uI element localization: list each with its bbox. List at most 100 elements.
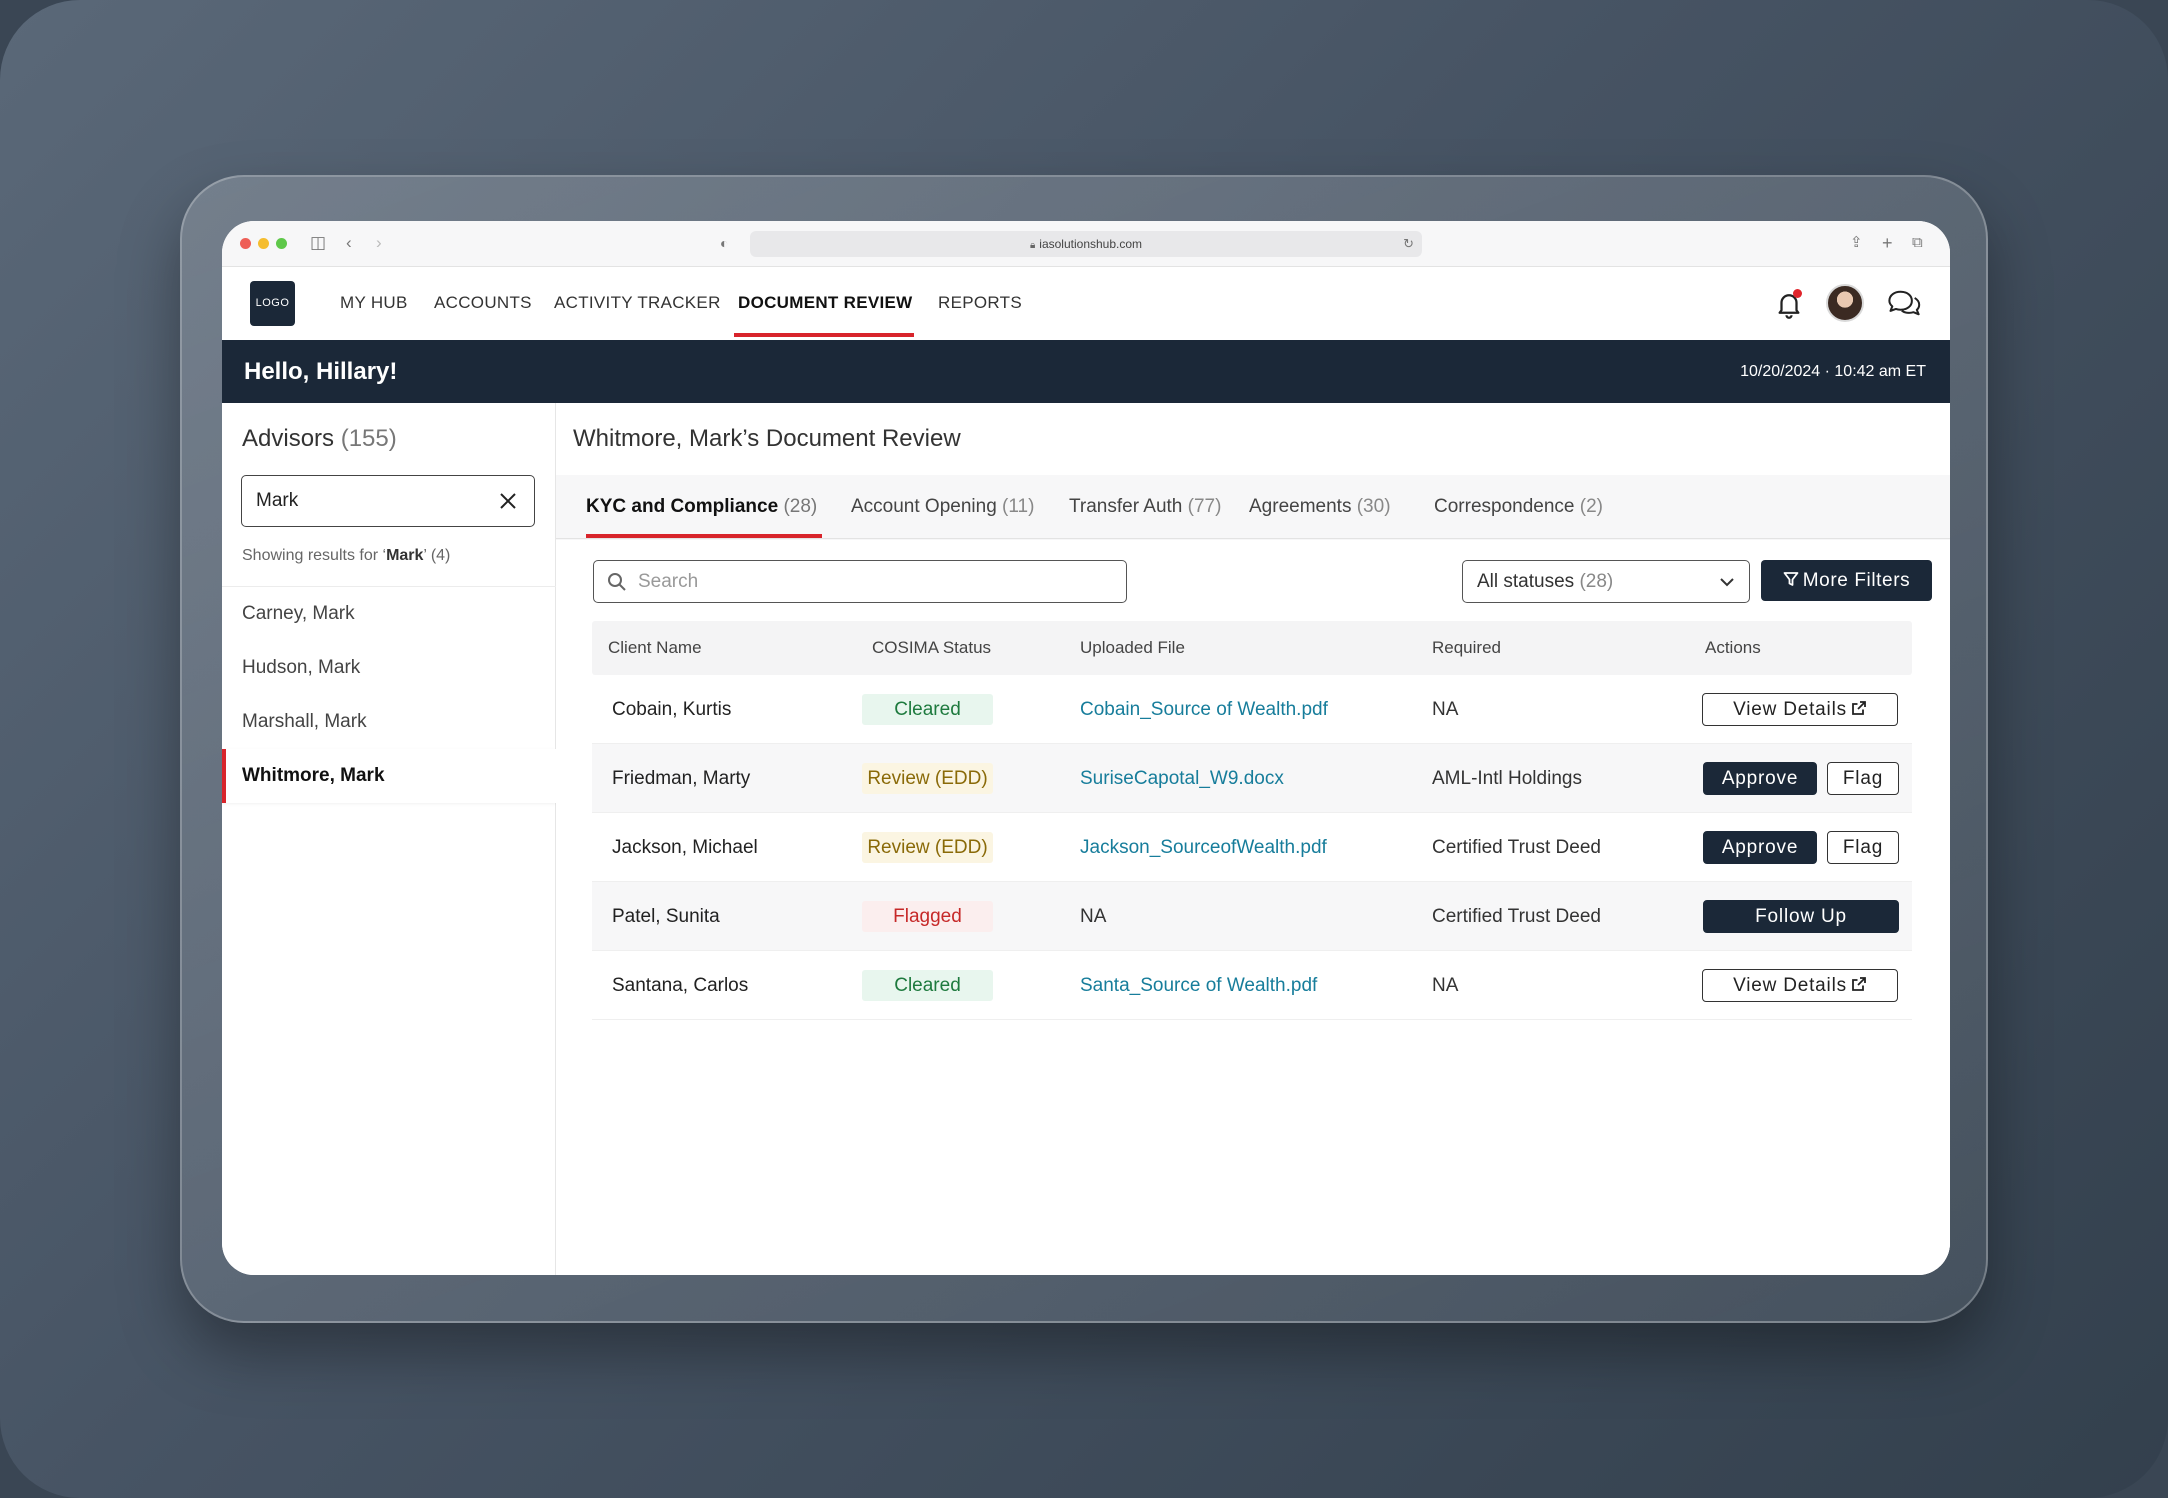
window-controls bbox=[240, 238, 287, 249]
browser-window: ◫ ‹ › ◐ 🔒︎ iasolutionshub.com ↻ ⇪ + ⧉ LOG… bbox=[222, 221, 1950, 1275]
tab-agreements[interactable]: Agreements (30) bbox=[1249, 475, 1391, 539]
status-filter-select[interactable]: All statuses (28) bbox=[1462, 560, 1750, 603]
new-tab-icon[interactable]: + bbox=[1882, 233, 1893, 253]
document-search-input[interactable] bbox=[638, 569, 1108, 595]
tab-kyc-compliance[interactable]: KYC and Compliance (28) bbox=[586, 475, 817, 539]
advisor-item-whitmore[interactable]: Whitmore, Mark bbox=[222, 749, 556, 803]
more-filters-button[interactable]: More Filters bbox=[1761, 560, 1932, 601]
client-name: Patel, Sunita bbox=[612, 906, 720, 927]
privacy-shield-icon[interactable]: ◐ bbox=[720, 233, 728, 253]
clear-search-icon[interactable] bbox=[498, 491, 518, 511]
filter-icon bbox=[1783, 572, 1799, 586]
required-document: AML-Intl Holdings bbox=[1432, 768, 1582, 789]
minimize-window-dot[interactable] bbox=[258, 238, 269, 249]
required-document: Certified Trust Deed bbox=[1432, 906, 1601, 927]
uploaded-file-link[interactable]: SuriseCapotal_W9.docx bbox=[1080, 744, 1284, 813]
advisors-title: Advisors bbox=[242, 425, 335, 452]
column-required[interactable]: Required bbox=[1432, 621, 1501, 675]
nav-reports[interactable]: REPORTS bbox=[938, 267, 1022, 339]
table-header: Client Name COSIMA Status Uploaded File … bbox=[592, 621, 1912, 675]
uploaded-file-link[interactable]: Santa_Source of Wealth.pdf bbox=[1080, 951, 1317, 1020]
tab-label: Transfer Auth bbox=[1069, 496, 1183, 517]
tab-count: (28) bbox=[783, 496, 818, 517]
showing-suffix: ’ (4) bbox=[423, 547, 451, 564]
advisor-search-input[interactable] bbox=[256, 488, 476, 514]
document-category-tabs: KYC and Compliance (28) Account Opening … bbox=[556, 475, 1950, 539]
chat-icon[interactable] bbox=[1886, 287, 1922, 319]
table-row: Friedman, Marty Review (EDD) SuriseCapot… bbox=[592, 744, 1912, 813]
column-uploaded-file[interactable]: Uploaded File bbox=[1080, 621, 1185, 675]
table-row: Cobain, Kurtis Cleared Cobain_Source of … bbox=[592, 675, 1912, 744]
uploaded-file-link[interactable]: Jackson_SourceofWealth.pdf bbox=[1080, 813, 1327, 882]
greeting-bar: Hello, Hillary! 10/20/2024 · 10:42 am ET bbox=[222, 340, 1950, 403]
required-document: NA bbox=[1432, 699, 1459, 720]
tab-count: (77) bbox=[1187, 496, 1222, 517]
active-nav-indicator bbox=[734, 333, 914, 337]
client-name: Santana, Carlos bbox=[612, 975, 749, 996]
tab-account-opening[interactable]: Account Opening (11) bbox=[851, 475, 1034, 539]
advisor-item-carney[interactable]: Carney, Mark bbox=[222, 587, 556, 641]
approve-button[interactable]: Approve bbox=[1703, 762, 1817, 795]
nav-activity-tracker[interactable]: ACTIVITY TRACKER bbox=[554, 267, 721, 339]
avatar[interactable] bbox=[1826, 284, 1864, 322]
sidebar-toggle-icon[interactable]: ◫ bbox=[310, 233, 326, 253]
address-bar[interactable]: 🔒︎ iasolutionshub.com ↻ bbox=[750, 231, 1422, 257]
document-review-main: Whitmore, Mark’s Document Review KYC and… bbox=[556, 403, 1950, 1275]
search-icon bbox=[608, 573, 626, 591]
search-results-summary: Showing results for ‘Mark’ (4) bbox=[242, 547, 450, 565]
flag-button[interactable]: Flag bbox=[1827, 762, 1899, 795]
tab-count: (30) bbox=[1356, 496, 1391, 517]
required-document: Certified Trust Deed bbox=[1432, 837, 1601, 858]
maximize-window-dot[interactable] bbox=[276, 238, 287, 249]
tab-overview-icon[interactable]: ⧉ bbox=[1912, 233, 1923, 253]
status-badge: Cleared bbox=[862, 970, 993, 1001]
advisor-item-hudson[interactable]: Hudson, Mark bbox=[222, 641, 556, 695]
status-filter-label: All statuses bbox=[1477, 571, 1575, 592]
approve-button[interactable]: Approve bbox=[1703, 831, 1817, 864]
greeting-text: Hello, Hillary! bbox=[244, 358, 398, 385]
uploaded-file-text: NA bbox=[1080, 906, 1107, 927]
nav-document-review[interactable]: DOCUMENT REVIEW bbox=[738, 267, 913, 339]
status-badge: Flagged bbox=[862, 901, 993, 932]
uploaded-file-link[interactable]: Cobain_Source of Wealth.pdf bbox=[1080, 675, 1328, 744]
back-icon[interactable]: ‹ bbox=[346, 233, 352, 253]
flag-button[interactable]: Flag bbox=[1827, 831, 1899, 864]
share-icon[interactable]: ⇪ bbox=[1850, 233, 1863, 253]
top-navigation: LOGO MY HUB ACCOUNTS ACTIVITY TRACKER DO… bbox=[222, 267, 1950, 339]
view-details-button[interactable]: View Details bbox=[1702, 969, 1898, 1002]
nav-accounts[interactable]: ACCOUNTS bbox=[434, 267, 532, 339]
client-name: Cobain, Kurtis bbox=[612, 699, 732, 720]
chevron-down-icon bbox=[1720, 578, 1734, 587]
button-label: View Details bbox=[1733, 975, 1847, 996]
close-window-dot[interactable] bbox=[240, 238, 251, 249]
tab-label: Account Opening bbox=[851, 496, 997, 517]
column-actions: Actions bbox=[1705, 638, 1761, 657]
showing-term: Mark bbox=[386, 547, 424, 564]
advisors-count: (155) bbox=[340, 425, 397, 452]
column-client-name[interactable]: Client Name bbox=[608, 621, 702, 675]
follow-up-button[interactable]: Follow Up bbox=[1703, 900, 1899, 933]
status-badge: Review (EDD) bbox=[862, 763, 993, 794]
active-tab-indicator bbox=[586, 534, 822, 538]
reload-icon[interactable]: ↻ bbox=[1403, 231, 1414, 257]
column-cosima-status[interactable]: COSIMA Status bbox=[872, 621, 991, 675]
logo[interactable]: LOGO bbox=[250, 281, 295, 326]
advisor-search-field[interactable] bbox=[241, 475, 535, 527]
tab-label: KYC and Compliance bbox=[586, 496, 779, 517]
documents-panel: All statuses (28) More Filters Client Na… bbox=[556, 540, 1950, 1275]
advisor-item-marshall[interactable]: Marshall, Mark bbox=[222, 695, 556, 749]
tab-correspondence[interactable]: Correspondence (2) bbox=[1434, 475, 1603, 539]
showing-prefix: Showing results for ‘ bbox=[242, 547, 387, 564]
client-name: Jackson, Michael bbox=[612, 837, 758, 858]
table-row: Santana, Carlos Cleared Santa_Source of … bbox=[592, 951, 1912, 1020]
view-details-button[interactable]: View Details bbox=[1702, 693, 1898, 726]
more-filters-label: More Filters bbox=[1802, 570, 1911, 591]
document-search-field[interactable] bbox=[593, 560, 1127, 603]
status-badge: Cleared bbox=[862, 694, 993, 725]
current-datetime: 10/20/2024 · 10:42 am ET bbox=[1740, 363, 1926, 380]
forward-icon[interactable]: › bbox=[376, 233, 382, 253]
lock-icon: 🔒︎ bbox=[1029, 240, 1036, 251]
main-header: Whitmore, Mark’s Document Review bbox=[556, 403, 1950, 475]
nav-my-hub[interactable]: MY HUB bbox=[340, 267, 408, 339]
tab-transfer-auth[interactable]: Transfer Auth (77) bbox=[1069, 475, 1221, 539]
